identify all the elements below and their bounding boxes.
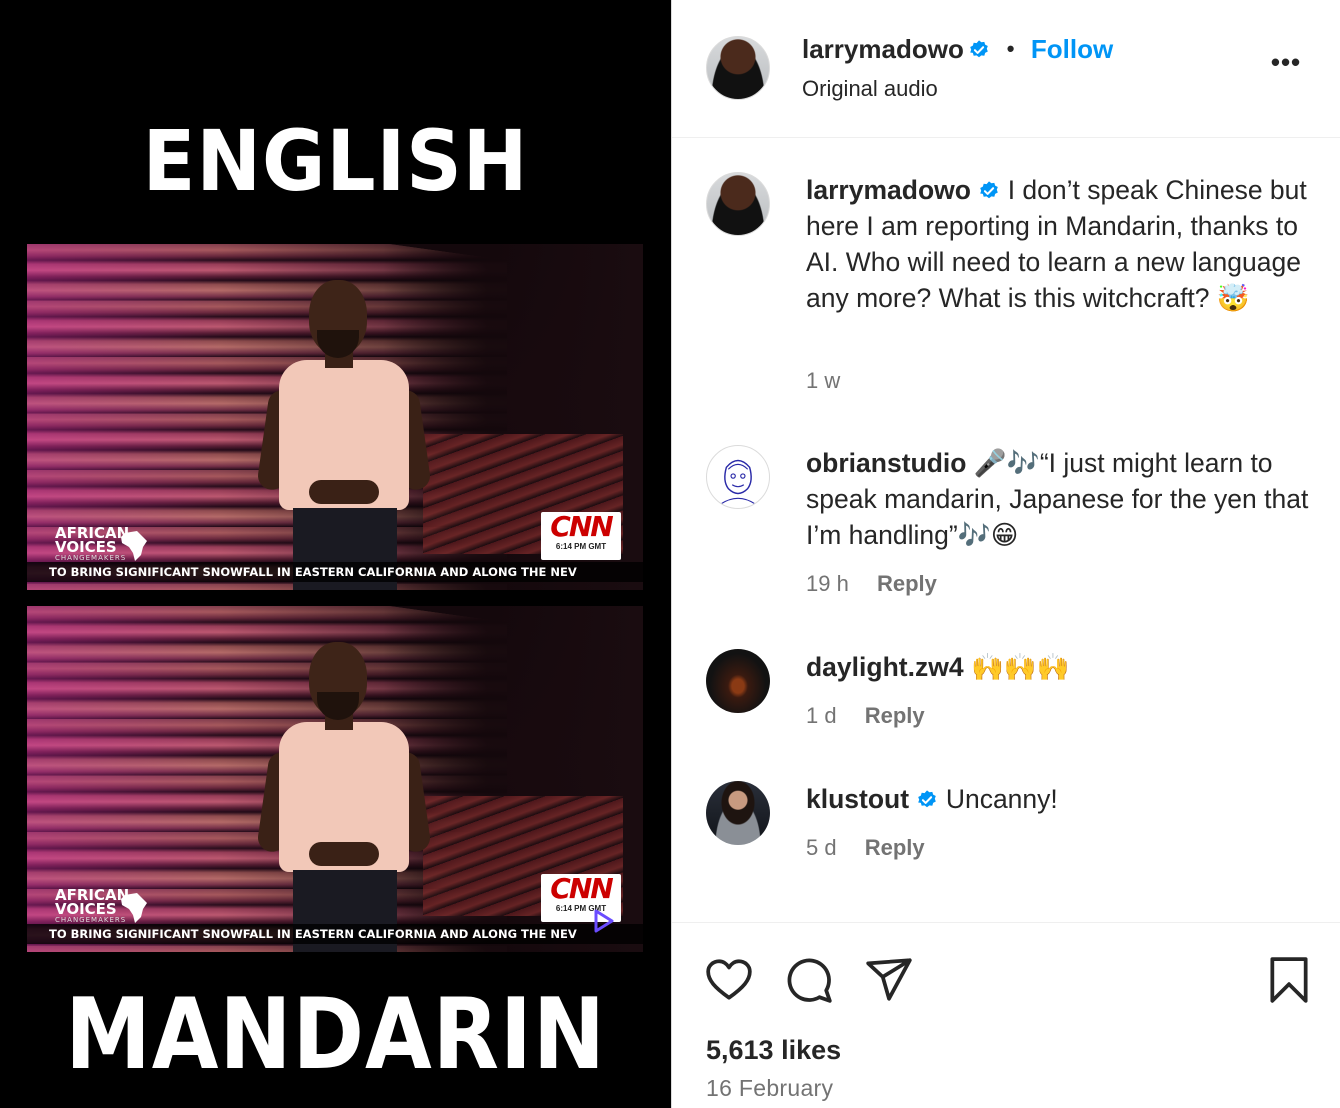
comment-text: 🙌🙌🙌 <box>970 652 1070 682</box>
post-header: larrymadowo • Follow Original audio ••• <box>672 0 1340 138</box>
video-frame-mandarin: AFRICAN VOICES CHANGEMAKERS CNN 6:14 PM … <box>27 606 643 952</box>
post-date: 16 February <box>706 1075 834 1101</box>
reply-button[interactable]: Reply <box>877 571 937 596</box>
commenter-avatar[interactable] <box>706 445 770 509</box>
heart-icon[interactable] <box>704 955 754 1005</box>
video-frame-english: AFRICAN VOICES CHANGEMAKERS CNN 6:14 PM … <box>27 244 643 590</box>
africa-map-icon <box>121 893 147 923</box>
action-bar: 5,613 likes 16 February <box>672 922 1340 1108</box>
commenter-avatar[interactable] <box>706 781 770 845</box>
audio-label[interactable]: Original audio <box>802 76 938 102</box>
share-icon[interactable] <box>864 955 914 1005</box>
cnn-logo: CNN 6:14 PM GMT <box>541 512 621 560</box>
commenter-avatar[interactable] <box>706 649 770 713</box>
follow-button[interactable]: Follow <box>1031 34 1113 64</box>
commenter-username[interactable]: daylight.zw4 <box>806 652 964 682</box>
reply-button[interactable]: Reply <box>865 703 925 728</box>
commenter-username[interactable]: klustout <box>806 784 909 814</box>
separator-dot: • <box>1006 36 1015 61</box>
author-username[interactable]: larrymadowo <box>802 34 964 64</box>
ai-watermark-icon <box>594 909 614 933</box>
list-item: obrianstudio 🎤🎶“I just might learn to sp… <box>706 445 1316 605</box>
post-media[interactable]: ENGLISH AFRICAN VOICES CHANGEMAKERS CNN … <box>0 0 671 1108</box>
list-item: klustout Uncanny! 5 d Reply <box>706 781 1316 881</box>
verified-badge-icon <box>980 181 999 199</box>
mandarin-caption: MANDARIN <box>65 978 606 1092</box>
presenter-figure <box>256 280 432 590</box>
verified-badge-icon <box>970 40 989 58</box>
comment-icon[interactable] <box>784 955 834 1005</box>
bookmark-icon[interactable] <box>1264 955 1314 1005</box>
author-avatar[interactable] <box>706 36 770 100</box>
verified-badge-icon <box>918 790 937 808</box>
news-ticker: TO BRING SIGNIFICANT SNOWFALL IN EASTERN… <box>27 924 643 944</box>
comment-time[interactable]: 1 d <box>806 703 837 728</box>
comment-time[interactable]: 5 d <box>806 835 837 860</box>
commenter-username[interactable]: larrymadowo <box>806 175 971 205</box>
list-item: larrymadowo I don’t speak Chinese but he… <box>706 172 1316 402</box>
list-item: daylight.zw4 🙌🙌🙌 1 d Reply <box>706 649 1316 749</box>
comments-list[interactable]: larrymadowo I don’t speak Chinese but he… <box>672 139 1340 915</box>
comment-time[interactable]: 1 w <box>806 368 840 393</box>
sketch-portrait-icon <box>720 459 756 505</box>
post-side-panel: larrymadowo • Follow Original audio ••• … <box>671 0 1340 1108</box>
more-options-icon[interactable]: ••• <box>1266 49 1306 80</box>
presenter-figure <box>256 642 432 952</box>
commenter-avatar[interactable] <box>706 172 770 236</box>
reply-button[interactable]: Reply <box>865 835 925 860</box>
commenter-username[interactable]: obrianstudio <box>806 448 966 478</box>
africa-map-icon <box>121 531 147 561</box>
comment-time[interactable]: 19 h <box>806 571 849 596</box>
likes-count[interactable]: 5,613 likes <box>706 1035 841 1066</box>
comment-text: Uncanny! <box>945 784 1058 814</box>
news-ticker: TO BRING SIGNIFICANT SNOWFALL IN EASTERN… <box>27 562 643 582</box>
english-caption: ENGLISH <box>142 112 529 210</box>
